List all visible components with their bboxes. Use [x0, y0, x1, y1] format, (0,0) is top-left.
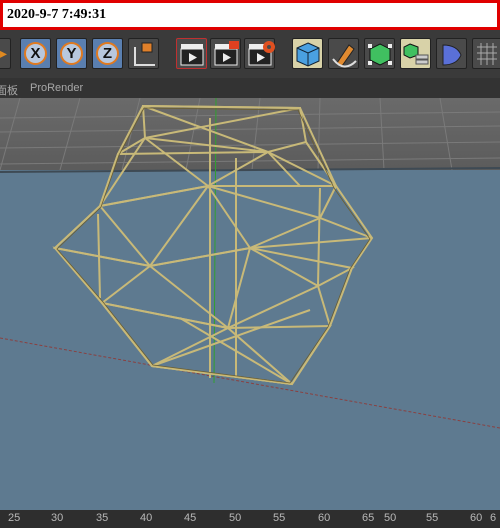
ruler-tick: 45	[184, 512, 197, 524]
z-axis-icon: Z	[96, 42, 119, 65]
arrow-tool-button[interactable]: ▸	[0, 38, 11, 69]
arrow-icon: ▸	[0, 45, 7, 61]
timestamp-text: 2020-9-7 7:49:31	[7, 7, 107, 22]
main-toolbar: ▸ X Y Z	[0, 30, 500, 79]
bend-deformer-icon	[442, 44, 462, 66]
extra-tool-button[interactable]	[472, 38, 500, 69]
ruler-tick: 50	[229, 512, 242, 524]
floor-plane	[0, 170, 500, 510]
array-button[interactable]	[400, 38, 431, 69]
timestamp-bar: 2020-9-7 7:49:31	[0, 0, 500, 30]
x-axis-icon: X	[24, 42, 47, 65]
timeline-ruler[interactable]: 25 30 35 40 45 50 55 60 65 50 55 60 6	[0, 510, 500, 528]
clapperboard-gear-icon	[248, 41, 275, 66]
ruler-tick: 35	[96, 512, 109, 524]
deformer-button[interactable]	[436, 38, 467, 69]
ruler-tick: 65	[362, 512, 375, 524]
y-axis-button[interactable]: Y	[56, 38, 87, 69]
coordinate-system-icon	[134, 42, 155, 66]
coordinate-system-button[interactable]	[128, 38, 159, 69]
subdivision-button[interactable]	[364, 38, 395, 69]
ruler-tick: 60	[318, 512, 331, 524]
cube-primitive-button[interactable]	[292, 38, 323, 69]
ruler-tick: 30	[51, 512, 64, 524]
ruler-tick: 60	[470, 512, 483, 524]
array-icon	[403, 43, 429, 65]
pen-tool-button[interactable]	[328, 38, 359, 69]
x-axis-button[interactable]: X	[20, 38, 51, 69]
render-picture-viewer-button[interactable]	[210, 38, 241, 69]
pen-icon	[332, 44, 357, 68]
z-axis-button[interactable]: Z	[92, 38, 123, 69]
3d-viewport[interactable]	[0, 98, 500, 510]
menu-item-prorender[interactable]: ProRender	[30, 82, 83, 94]
render-view-button[interactable]	[176, 38, 207, 69]
ruler-tick: 25	[8, 512, 21, 524]
grid-icon	[477, 43, 497, 65]
cube-icon	[296, 42, 320, 67]
viewport-background	[0, 98, 500, 178]
ruler-tick: 6	[490, 512, 497, 524]
ruler-tick: 40	[140, 512, 153, 524]
y-axis-icon: Y	[60, 42, 83, 65]
viewport-canvas[interactable]	[0, 98, 500, 510]
render-settings-button[interactable]	[244, 38, 275, 69]
menu-item-panel[interactable]: 面板	[0, 82, 18, 98]
subdivision-icon	[368, 43, 392, 66]
ruler-tick: 55	[273, 512, 286, 524]
clapperboard-render-icon	[214, 41, 239, 66]
ruler-tick: 50	[384, 512, 397, 524]
viewport-menu-bar: 面板 ProRender	[0, 78, 500, 98]
ruler-tick: 55	[426, 512, 439, 524]
clapperboard-icon	[180, 44, 204, 66]
